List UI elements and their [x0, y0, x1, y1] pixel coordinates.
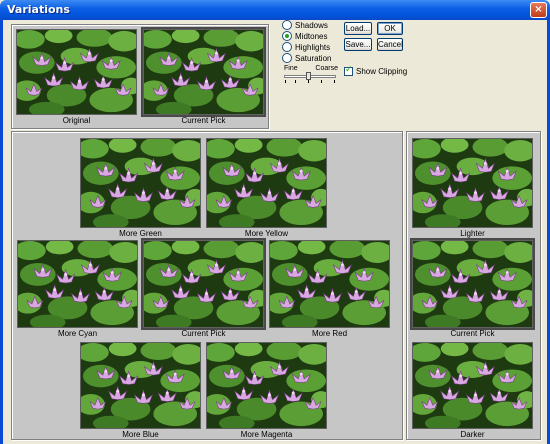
radio-saturation-label: Saturation — [295, 54, 332, 63]
radio-highlights-label: Highlights — [295, 43, 331, 52]
radio-highlights[interactable]: Highlights — [282, 41, 331, 53]
save-button[interactable]: Save... — [344, 38, 372, 51]
original-current-group: Original Current Pick — [11, 24, 269, 129]
radio-midtones[interactable]: Midtones — [282, 30, 328, 42]
show-clipping-checkbox[interactable] — [344, 65, 353, 76]
current-pick-label-brightness: Current Pick — [450, 329, 495, 338]
more-cyan-thumbnail[interactable]: More Cyan — [17, 240, 138, 339]
window-title: Variations — [7, 3, 70, 16]
radio-saturation[interactable]: Saturation — [282, 52, 332, 64]
more-red-thumbnail[interactable]: More Red — [269, 240, 390, 339]
slider-tick — [321, 80, 322, 83]
coarse-label: Coarse — [315, 65, 338, 72]
color-variations-group: More Green More Yellow More Cyan Current… — [11, 131, 403, 440]
more-cyan-label: More Cyan — [57, 329, 98, 338]
current-pick-label-color: Current Pick — [181, 329, 226, 338]
lighter-label: Lighter — [460, 229, 485, 238]
radio-shadows-control[interactable] — [282, 19, 292, 30]
fine-coarse-slider-thumb[interactable] — [306, 72, 311, 80]
more-magenta-label: More Magenta — [240, 430, 293, 439]
radio-shadows[interactable]: Shadows — [282, 19, 328, 31]
original-thumbnail: Original — [16, 29, 137, 126]
radio-highlights-control[interactable] — [282, 41, 292, 52]
radio-midtones-label: Midtones — [295, 32, 328, 41]
slider-tick — [308, 80, 309, 83]
slider-tick — [334, 80, 335, 83]
current-pick-thumbnail-color[interactable]: Current Pick — [141, 238, 266, 339]
fine-label: Fine — [284, 65, 298, 72]
darker-label: Darker — [460, 430, 485, 439]
close-button[interactable]: × — [530, 2, 547, 18]
current-pick-thumbnail-top: Current Pick — [141, 27, 266, 126]
more-magenta-thumbnail[interactable]: More Magenta — [206, 342, 327, 440]
more-yellow-label: More Yellow — [244, 229, 289, 238]
ok-button[interactable]: OK — [377, 22, 403, 35]
radio-saturation-control[interactable] — [282, 52, 292, 63]
title-bar[interactable]: Variations × — [0, 0, 550, 20]
more-blue-label: More Blue — [122, 430, 159, 439]
current-pick-thumbnail-brightness[interactable]: Current Pick — [410, 238, 535, 339]
load-button[interactable]: Load... — [344, 22, 372, 35]
slider-tick — [285, 80, 286, 83]
more-blue-thumbnail[interactable]: More Blue — [80, 342, 201, 440]
lighter-thumbnail[interactable]: Lighter — [412, 138, 533, 239]
more-green-label: More Green — [119, 229, 162, 238]
darker-thumbnail[interactable]: Darker — [412, 342, 533, 440]
cancel-button[interactable]: Cancel — [377, 38, 403, 51]
more-yellow-thumbnail[interactable]: More Yellow — [206, 138, 327, 239]
more-red-label: More Red — [311, 329, 348, 338]
original-label: Original — [62, 116, 91, 125]
slider-tick — [295, 80, 296, 83]
fine-coarse-labels: Fine Coarse — [284, 65, 338, 72]
more-green-thumbnail[interactable]: More Green — [80, 138, 201, 239]
radio-midtones-control[interactable] — [282, 30, 292, 41]
brightness-group: Lighter Current Pick Darker — [406, 131, 541, 440]
show-clipping-label[interactable]: Show Clipping — [356, 66, 407, 77]
current-pick-label-top: Current Pick — [181, 116, 226, 125]
radio-shadows-label: Shadows — [295, 21, 328, 30]
